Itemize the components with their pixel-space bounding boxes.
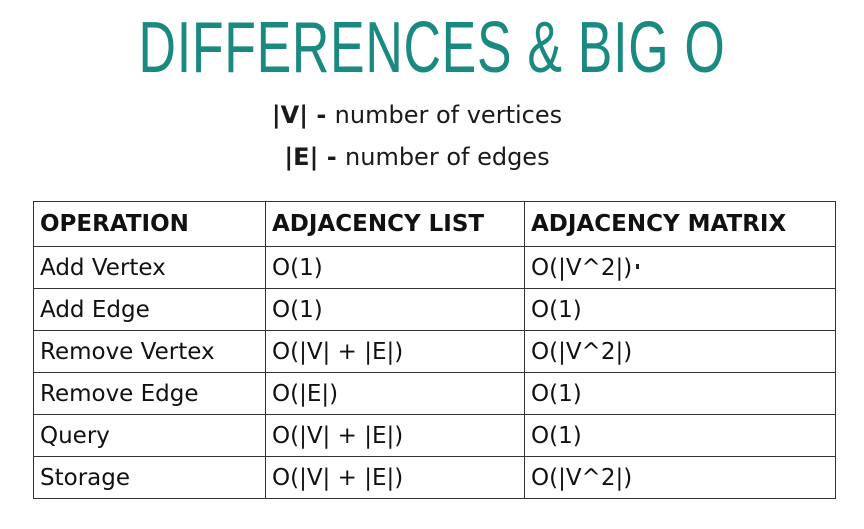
adjacency-matrix-cell: O(|V^2|) (524, 246, 836, 289)
operation-cell: Storage (33, 456, 266, 499)
table-row: Remove Edge O(|E|) O(1) (33, 372, 836, 415)
table-row: Storage O(|V| + |E|) O(|V^2|) (33, 456, 836, 499)
header-operation: OPERATION (33, 201, 266, 247)
legend-edges-separator: - (318, 143, 346, 171)
adjacency-list-cell: O(|V| + |E|) (265, 414, 525, 457)
adjacency-matrix-value: O(|V^2|) (531, 254, 633, 281)
legend-vertices-text: number of vertices (334, 101, 563, 129)
header-adjacency-list: ADJACENCY LIST (265, 201, 525, 247)
legend-edges: |E| - number of edges (0, 142, 834, 172)
table-row: Query O(|V| + |E|) O(1) (33, 414, 836, 457)
mouse-cursor-icon (636, 263, 640, 269)
operation-cell: Add Edge (33, 288, 266, 331)
adjacency-list-cell: O(|E|) (265, 372, 525, 415)
complexity-table: OPERATION ADJACENCY LIST ADJACENCY MATRI… (33, 201, 836, 499)
operation-cell: Remove Vertex (33, 330, 266, 373)
legend-vertices: |V| - number of vertices (0, 100, 834, 130)
adjacency-list-cell: O(1) (265, 246, 525, 289)
legend-edges-symbol: |E| (284, 143, 319, 171)
adjacency-list-cell: O(|V| + |E|) (265, 456, 525, 499)
adjacency-matrix-cell: O(1) (524, 414, 836, 457)
adjacency-matrix-cell: O(1) (524, 288, 836, 331)
legend-vertices-symbol: |V| (271, 101, 308, 129)
legend-vertices-separator: - (308, 101, 335, 129)
table-header-row: OPERATION ADJACENCY LIST ADJACENCY MATRI… (33, 201, 836, 247)
adjacency-matrix-cell: O(|V^2|) (524, 456, 836, 499)
adjacency-matrix-cell: O(1) (524, 372, 836, 415)
table-row: Add Vertex O(1) O(|V^2|) (33, 246, 836, 289)
adjacency-list-cell: O(|V| + |E|) (265, 330, 525, 373)
table-row: Add Edge O(1) O(1) (33, 288, 836, 331)
legend-edges-text: number of edges (345, 143, 550, 171)
operation-cell: Remove Edge (33, 372, 266, 415)
table-row: Remove Vertex O(|V| + |E|) O(|V^2|) (33, 330, 836, 373)
page-title: DIFFERENCES & BIG O (138, 8, 726, 88)
header-adjacency-matrix: ADJACENCY MATRIX (524, 201, 836, 247)
adjacency-matrix-cell: O(|V^2|) (524, 330, 836, 373)
adjacency-list-cell: O(1) (265, 288, 525, 331)
operation-cell: Add Vertex (33, 246, 266, 289)
operation-cell: Query (33, 414, 266, 457)
